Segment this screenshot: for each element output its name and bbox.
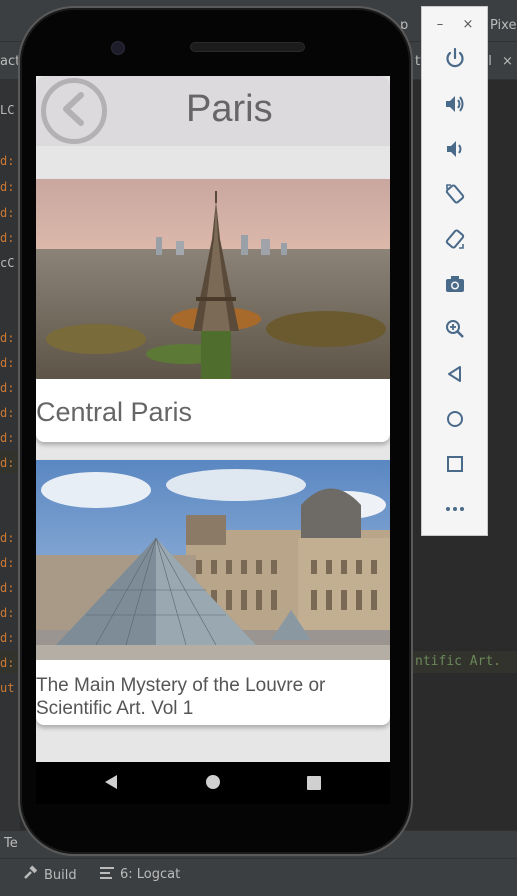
gutter-mark: d: <box>0 531 15 545</box>
gutter-mark: d: <box>0 556 15 570</box>
build-tool-button[interactable]: Build <box>22 865 77 885</box>
home-icon[interactable] <box>442 406 468 432</box>
gutter-mark: d: <box>0 431 15 445</box>
app-screen: Paris Central Paris The Main Mystery of … <box>36 76 390 762</box>
ide-tab-fragment[interactable]: Pixe <box>490 18 516 33</box>
ide-status-bar: Build 6: Logcat <box>0 858 517 896</box>
gutter-mark: ut <box>0 681 15 695</box>
gutter-mark: d: <box>0 231 15 245</box>
earpiece-speaker <box>190 42 305 52</box>
gutter-mark: d: <box>0 331 15 345</box>
zoom-icon[interactable] <box>442 316 468 342</box>
gutter-mark: d: <box>0 631 15 645</box>
eiffel-tower-image <box>36 179 390 379</box>
camera-icon[interactable] <box>442 271 468 297</box>
rotate-right-icon[interactable] <box>442 226 468 252</box>
nav-back-button[interactable] <box>99 772 123 796</box>
build-label: Build <box>44 867 77 883</box>
card-title: Central Paris <box>36 397 193 427</box>
page-title: Paris <box>186 88 273 130</box>
chevron-left-icon <box>59 92 89 130</box>
list-icon <box>100 865 114 883</box>
nav-home-button[interactable] <box>201 772 225 796</box>
app-header: Paris <box>36 76 390 146</box>
logcat-label: 6: Logcat <box>120 866 181 882</box>
back-button[interactable] <box>41 78 107 144</box>
rotate-left-icon[interactable] <box>442 181 468 207</box>
volume-down-icon[interactable] <box>442 136 468 162</box>
more-icon[interactable] <box>442 496 468 522</box>
code-fragment: LC <box>0 103 15 117</box>
louvre-image <box>36 460 390 660</box>
hammer-icon <box>22 865 38 885</box>
logcat-tool-button[interactable]: 6: Logcat <box>100 865 180 883</box>
gutter-mark: d: <box>0 656 15 670</box>
gutter-mark: d: <box>0 356 15 370</box>
back-icon[interactable] <box>442 361 468 387</box>
gutter-mark: d: <box>0 606 15 620</box>
close-icon[interactable]: × <box>502 54 513 69</box>
overview-icon[interactable] <box>442 451 468 477</box>
power-icon[interactable] <box>442 45 468 71</box>
gutter-mark: d: <box>0 406 15 420</box>
minimize-button[interactable]: – <box>431 15 449 33</box>
front-camera <box>111 41 125 55</box>
place-card[interactable]: Central Paris <box>36 179 390 442</box>
square-overview-icon <box>307 775 321 794</box>
android-nav-bar <box>36 762 390 804</box>
gutter-mark: d: <box>0 180 15 194</box>
place-card[interactable]: The Main Mystery of the Louvre or Scient… <box>36 460 390 725</box>
gutter-mark: d: <box>0 381 15 395</box>
emulator-toolbar: – × <box>421 6 488 536</box>
nav-overview-button[interactable] <box>302 772 326 796</box>
gutter-mark: d: <box>0 581 15 595</box>
gutter-mark: d: <box>0 154 15 168</box>
card-title: The Main Mystery of the Louvre or Scient… <box>36 675 326 719</box>
emulator-window-controls: – × <box>422 7 487 37</box>
gutter-mark: d: <box>0 206 15 220</box>
code-fragment: cC <box>0 256 15 270</box>
triangle-back-icon <box>104 774 118 794</box>
circle-home-icon <box>205 774 221 794</box>
code-snippet: ntific Art. <box>415 654 502 669</box>
terminal-tab[interactable]: Te <box>4 836 18 851</box>
volume-up-icon[interactable] <box>442 91 468 117</box>
gutter-mark: d: <box>0 456 15 470</box>
close-button[interactable]: × <box>459 15 477 33</box>
